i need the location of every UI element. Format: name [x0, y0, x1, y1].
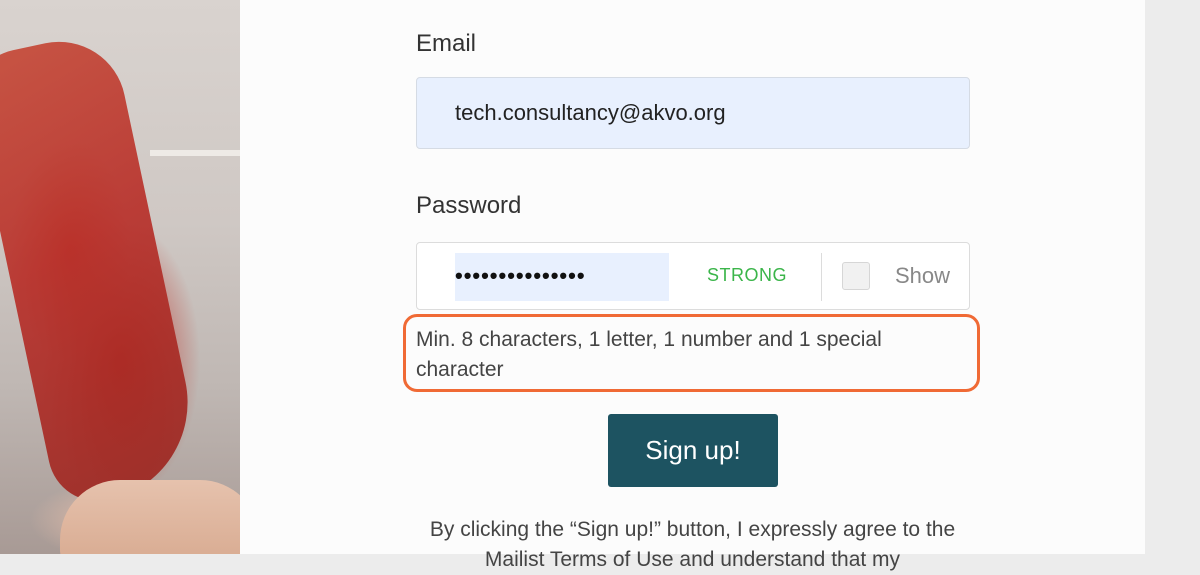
signup-button[interactable]: Sign up! [608, 414, 778, 487]
background-arm [0, 29, 207, 511]
password-field-group: ••••••••••••••• STRONG Show [416, 242, 970, 310]
email-field[interactable]: tech.consultancy@akvo.org [416, 77, 970, 149]
right-gutter [1145, 0, 1200, 554]
show-password-checkbox[interactable] [842, 262, 870, 290]
email-label: Email [416, 30, 477, 57]
password-requirements-hint: Min. 8 characters, 1 letter, 1 number an… [416, 328, 882, 381]
terms-text: By clicking the “Sign up!” button, I exp… [429, 518, 956, 571]
background-hand [60, 480, 240, 554]
password-input[interactable]: ••••••••••••••• [455, 253, 669, 301]
background-photo [0, 0, 240, 554]
password-strength-indicator: STRONG [707, 265, 788, 285]
field-divider [821, 253, 822, 301]
password-label: Password [416, 192, 522, 219]
show-password-label[interactable]: Show [895, 263, 950, 289]
background-shelf [150, 150, 240, 156]
